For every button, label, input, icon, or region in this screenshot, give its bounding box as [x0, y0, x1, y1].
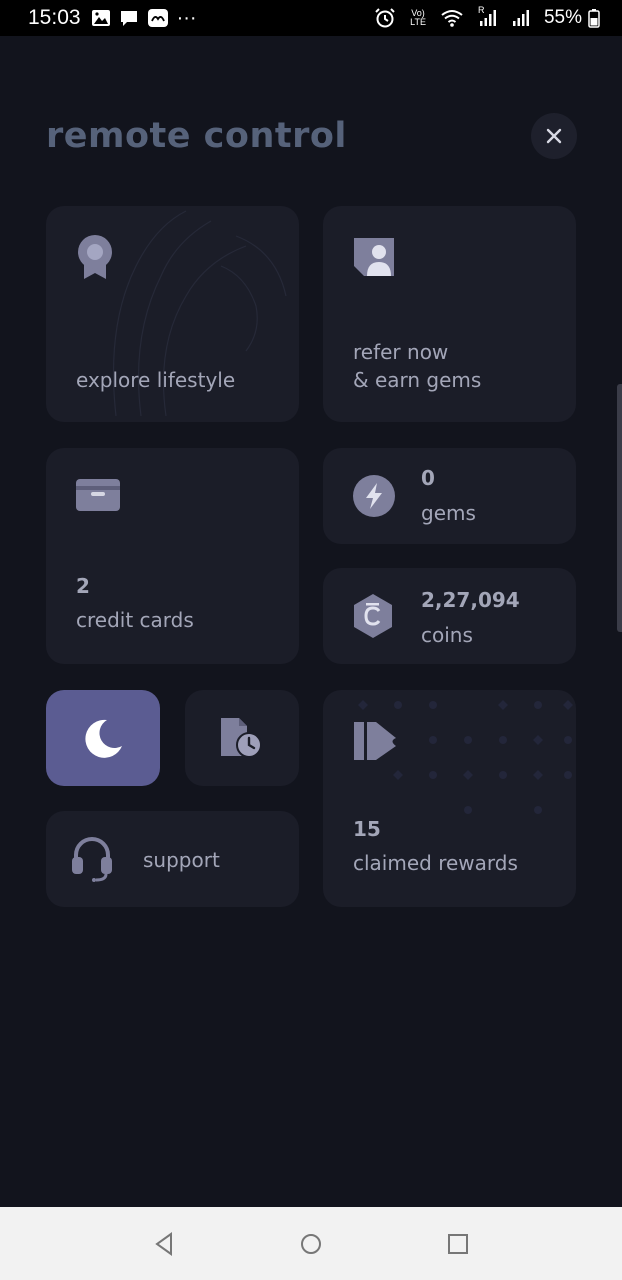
claimed-rewards-count: 15	[353, 817, 381, 841]
battery-icon	[588, 8, 600, 28]
claimed-rewards-card[interactable]: 15 claimed rewards	[323, 690, 576, 907]
lightning-icon	[353, 475, 395, 517]
award-ribbon-icon	[78, 235, 112, 279]
document-clock-icon	[221, 718, 262, 758]
claimed-rewards-label: claimed rewards	[353, 851, 518, 875]
coin-hexagon-icon	[354, 594, 392, 638]
recents-icon	[448, 1233, 469, 1254]
explore-lifestyle-card[interactable]: explore lifestyle	[46, 206, 299, 422]
more-notifications-icon: ···	[176, 6, 197, 29]
credit-cards-count: 2	[76, 574, 90, 598]
volte-icon: Vo) LTE	[410, 9, 426, 27]
home-icon	[300, 1233, 321, 1254]
credit-cards-card[interactable]: 2 credit cards	[46, 448, 299, 664]
coins-card[interactable]: 2,27,094 coins	[323, 568, 576, 664]
close-button[interactable]	[531, 113, 577, 159]
home-button[interactable]	[291, 1224, 331, 1264]
back-button[interactable]	[144, 1224, 184, 1264]
gems-count: 0	[421, 466, 435, 490]
alarm-icon	[374, 8, 396, 28]
history-button[interactable]	[185, 690, 299, 786]
app-notification-icon	[147, 8, 169, 28]
gems-label: gems	[421, 501, 476, 525]
roaming-label: R	[477, 5, 485, 15]
back-icon	[154, 1231, 172, 1256]
credit-cards-label: credit cards	[76, 608, 194, 632]
refer-label-line1: refer now	[353, 340, 449, 364]
volte-bottom: LTE	[410, 17, 426, 27]
gems-card[interactable]: 0 gems	[323, 448, 576, 544]
status-time: 15:03	[28, 6, 81, 29]
close-icon	[546, 128, 562, 144]
refer-label-line2: & earn gems	[353, 368, 482, 392]
refer-user-icon	[354, 238, 394, 276]
support-card[interactable]: support	[46, 811, 299, 907]
coins-count: 2,27,094	[421, 588, 520, 612]
system-navigation-bar	[0, 1207, 622, 1280]
wifi-icon	[440, 8, 464, 28]
explore-lifestyle-label: explore lifestyle	[76, 368, 236, 392]
page-title: remote control	[46, 116, 347, 156]
moon-icon	[85, 719, 122, 758]
recents-button[interactable]	[438, 1224, 478, 1264]
refer-earn-card[interactable]: refer now & earn gems	[323, 206, 576, 422]
status-bar: 15:03 ··· Vo) LTE R 55%	[0, 0, 622, 36]
headset-icon	[72, 837, 112, 882]
support-label: support	[143, 848, 220, 872]
battery-percent: 55%	[543, 7, 582, 28]
signal-roaming-icon: R	[477, 5, 498, 28]
message-icon	[119, 9, 139, 27]
gallery-icon	[91, 9, 111, 27]
credit-card-icon	[76, 479, 120, 511]
remote-control-screen: remote control explore lifestyle refer n…	[0, 36, 622, 1207]
signal-icon	[512, 8, 530, 28]
scroll-indicator	[617, 384, 622, 632]
coins-label: coins	[421, 623, 473, 647]
dark-mode-toggle[interactable]	[46, 690, 160, 786]
ticket-icon	[354, 722, 396, 760]
